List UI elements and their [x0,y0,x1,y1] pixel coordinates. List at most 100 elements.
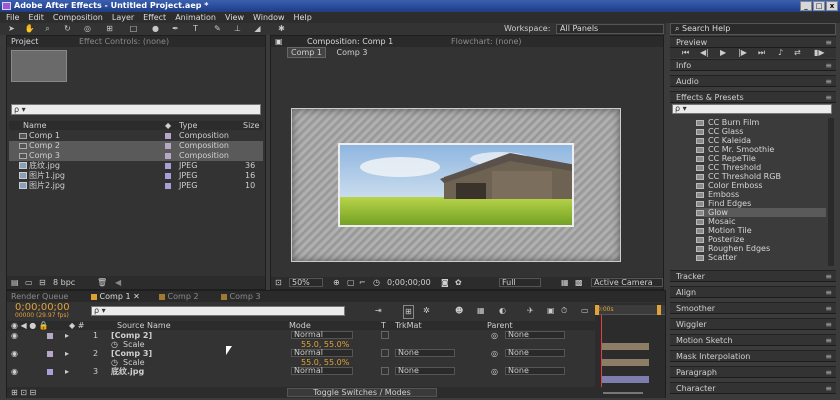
label-color-swatch[interactable] [165,173,171,179]
expand-triangle-icon[interactable]: ▸ [65,349,69,358]
tab-render-queue[interactable]: Render Queue [11,292,68,301]
column-source-name[interactable]: Source Name [117,321,171,330]
label-color-swatch[interactable] [165,133,171,139]
eye-icon[interactable]: ◉ [11,349,18,358]
expand-triangle-icon[interactable]: ▸ [65,331,69,340]
play-icon[interactable]: ▶ [720,48,726,58]
layer-label-swatch[interactable] [47,331,53,340]
panel-menu-icon[interactable]: ≡ [825,37,832,48]
info-panel[interactable]: Info ≡ [670,59,836,71]
parent-select[interactable]: None [505,349,565,357]
panel-menu-icon[interactable]: ≡ [825,287,832,298]
project-item[interactable]: Comp 3 Composition [9,151,263,161]
layer-mode-select[interactable]: Normal [291,331,353,339]
column-size[interactable]: Size [243,121,259,130]
menu-window[interactable]: Window [253,12,285,23]
effect-item[interactable]: CC Threshold [696,163,826,172]
layer-row[interactable]: ◉ ▸ 3 底纹.jpg Normal None ◎ None [11,367,595,376]
layer-3-bar[interactable] [601,376,649,383]
interpret-footage-icon[interactable]: ▤ [11,276,19,289]
puppet-pin-tool-icon[interactable]: ✱ [276,24,287,34]
project-item[interactable]: Comp 2 Composition [9,141,263,151]
effect-item[interactable]: Mosaic [696,217,826,226]
layer-mode-select[interactable]: Normal [291,349,353,357]
scroll-left-icon[interactable]: ◀ [115,276,121,289]
comp-timecode[interactable]: 0;00;00;00 [387,277,431,289]
next-frame-icon[interactable]: |▶ [738,48,747,58]
effect-item[interactable]: Color Emboss [696,181,826,190]
preserve-transparency-checkbox[interactable] [381,349,389,357]
audio-panel[interactable]: Audio ≡ [670,75,836,87]
audio-icon[interactable]: ♪ [778,48,783,58]
stopwatch-icon[interactable]: ◷ [111,340,118,349]
panel-align[interactable]: Align ≡ [670,286,836,298]
preserve-transparency-checkbox[interactable] [381,367,389,375]
effect-item[interactable]: CC Burn Film [696,118,826,127]
layer-name[interactable]: [Comp 3] [111,349,152,358]
mask-visibility-icon[interactable]: ▢ [347,277,355,289]
panel-smoother[interactable]: Smoother ≡ [670,302,836,314]
effect-item[interactable]: Roughen Edges [696,244,826,253]
parent-select[interactable]: None [505,367,565,375]
effect-item[interactable]: Emboss [696,190,826,199]
column-type[interactable]: Type [179,121,197,130]
live-update-icon[interactable]: ⊞ [403,305,414,319]
time-ruler[interactable]: 0:00s [595,305,665,315]
prev-frame-icon[interactable]: ◀| [700,48,709,58]
search-help-input[interactable]: ⌕ Search Help [670,23,836,35]
effect-item[interactable]: Scatter [696,253,826,262]
panel-menu-icon[interactable]: ≡ [825,335,832,346]
project-item[interactable]: 图片1.jpg JPEG 16 [9,171,263,181]
brush-tool-icon[interactable]: ✎ [212,24,223,34]
menu-effect[interactable]: Effect [143,12,166,23]
stopwatch-icon[interactable]: ◷ [111,358,118,367]
tab-flowchart[interactable]: Flowchart: (none) [451,36,522,47]
panel-menu-icon[interactable]: ≡ [825,60,832,71]
eye-icon[interactable]: ◉ [11,367,18,376]
panel-character[interactable]: Character ≡ [670,382,836,394]
parent-pickwhip-icon[interactable]: ◎ [491,331,498,340]
project-item[interactable]: 图片2.jpg JPEG 10 [9,181,263,191]
project-item[interactable]: 底纹.jpg JPEG 36 [9,161,263,171]
tab-close-icon[interactable]: ✕ [133,292,140,301]
selection-tool-icon[interactable]: ➤ [6,24,17,34]
last-frame-icon[interactable]: ⏭ [758,48,765,58]
motion-blur-icon[interactable]: ◐ [499,305,506,317]
workspace-select[interactable]: All Panels [556,24,664,34]
graph-editor-icon[interactable]: ⏱ [561,305,567,317]
column-parent[interactable]: Parent [487,321,513,330]
chart-icon[interactable]: ▭ [581,305,589,317]
tab-comp-3[interactable]: Comp 3 [221,291,261,302]
ram-preview-icon[interactable]: ▮▶ [814,48,825,58]
camera-select[interactable]: Active Camera [591,278,663,287]
effect-item[interactable]: Posterize [696,235,826,244]
label-color-swatch[interactable] [165,153,171,159]
effects-search-input[interactable]: ρ ▾ [672,104,832,114]
trkmat-select[interactable]: None [395,367,455,375]
tab-composition[interactable]: Composition: Comp 1 [307,36,393,47]
region-of-interest-icon[interactable]: ⌐ [359,277,366,289]
transparency-grid-icon[interactable]: ▩ [575,277,583,289]
first-frame-icon[interactable]: ⏮ [682,48,689,58]
rotate-tool-icon[interactable]: ↻ [62,24,73,34]
magnification-select[interactable]: 50% [289,278,323,287]
panel-menu-icon[interactable]: ≡ [825,319,832,330]
bpc-label[interactable]: 8 bpc [53,276,75,289]
eye-icon[interactable]: ◉ [11,331,18,340]
column-mode[interactable]: Mode [289,321,311,330]
work-area-start-handle[interactable] [595,305,599,315]
layer-name[interactable]: 底纹.jpg [111,367,144,376]
zoom-slider[interactable] [603,392,643,394]
layer-label-swatch[interactable] [47,367,53,376]
hide-shy-icon[interactable]: ☻ [455,305,463,317]
project-item[interactable]: Comp 1 Composition [9,131,263,141]
new-comp-icon[interactable]: ⊟ [39,276,46,289]
effect-item[interactable]: CC RepeTile [696,154,826,163]
pen-tool-icon[interactable]: ✒ [170,24,181,34]
layer-mode-select[interactable]: Normal [291,367,353,375]
expand-switches-icon[interactable]: ⊞ ⊡ ⊟ [11,387,36,398]
parent-pickwhip-icon[interactable]: ◎ [491,349,498,358]
panel-wiggler[interactable]: Wiggler ≡ [670,318,836,330]
panel-menu-icon[interactable]: ≡ [825,383,832,394]
effect-item[interactable]: CC Threshold RGB [696,172,826,181]
